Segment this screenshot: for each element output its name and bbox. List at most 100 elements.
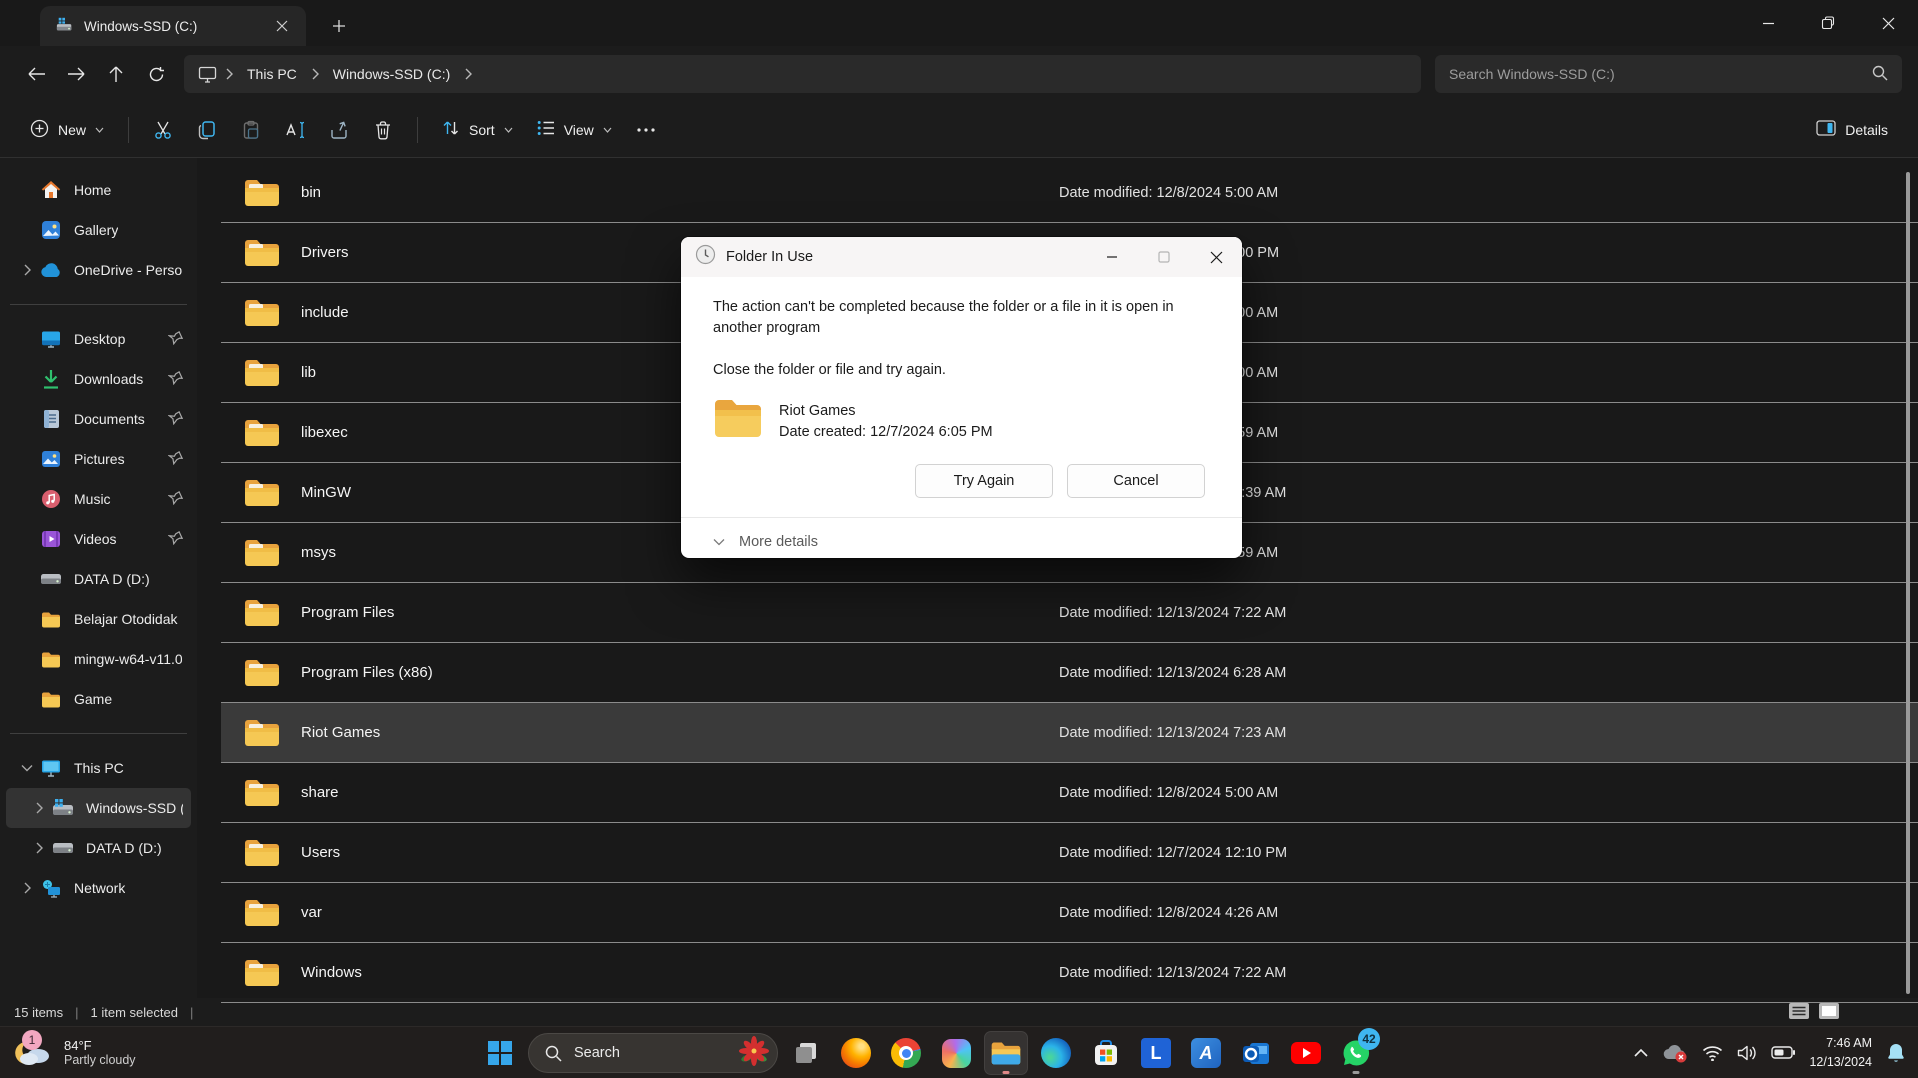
sidebar-expand-icon[interactable] — [14, 264, 40, 276]
sidebar-item[interactable]: OneDrive - Persona — [6, 250, 191, 290]
sidebar-item[interactable]: Game — [6, 679, 191, 719]
volume-icon[interactable] — [1737, 1045, 1757, 1061]
sidebar-item[interactable]: Downloads — [6, 359, 191, 399]
firefox-icon[interactable] — [834, 1031, 878, 1075]
tab-close-icon[interactable] — [268, 12, 296, 40]
share-button[interactable] — [317, 111, 361, 149]
whatsapp-icon[interactable]: 42 — [1334, 1031, 1378, 1075]
sidebar-item-label: Videos — [74, 531, 117, 547]
breadcrumb[interactable]: This PC Windows-SSD (C:) — [184, 55, 1421, 93]
window-minimize-button[interactable] — [1738, 0, 1798, 46]
sidebar-item[interactable]: Desktop — [6, 319, 191, 359]
sidebar-item-label: Home — [74, 182, 111, 198]
sidebar-item[interactable]: Pictures — [6, 439, 191, 479]
sidebar-expand-icon[interactable] — [14, 764, 40, 772]
rename-button[interactable] — [273, 111, 317, 149]
line-app-icon[interactable]: L — [1134, 1031, 1178, 1075]
sidebar-item[interactable]: This PC — [6, 748, 191, 788]
sidebar-item[interactable]: Videos — [6, 519, 191, 559]
details-view-toggle[interactable] — [1788, 1002, 1810, 1023]
dialog-close-button[interactable] — [1190, 237, 1242, 277]
pin-icon — [168, 370, 183, 388]
file-row[interactable]: Program Files Date modified: 12/13/2024 … — [221, 583, 1918, 643]
sidebar-item[interactable]: mingw-w64-v11.0.0 — [6, 639, 191, 679]
more-details-toggle[interactable]: More details — [681, 517, 1242, 550]
file-row[interactable]: bin Date modified: 12/8/2024 5:00 AM — [221, 163, 1918, 223]
sidebar-item[interactable]: DATA D (D:) — [6, 559, 191, 599]
details-pane-button[interactable]: Details — [1804, 113, 1900, 146]
microsoft-store-icon[interactable] — [1084, 1031, 1128, 1075]
sidebar-divider — [10, 304, 187, 305]
weather-text: 84°F Partly cloudy — [64, 1038, 136, 1067]
wifi-icon[interactable] — [1702, 1045, 1723, 1061]
copilot-icon[interactable] — [934, 1031, 978, 1075]
chrome-icon[interactable] — [884, 1031, 928, 1075]
taskbar-search[interactable]: Search — [528, 1033, 778, 1073]
youtube-icon[interactable] — [1284, 1031, 1328, 1075]
battery-icon[interactable] — [1771, 1046, 1795, 1059]
sidebar-item[interactable]: Documents — [6, 399, 191, 439]
file-row[interactable]: Riot Games Date modified: 12/13/2024 7:2… — [221, 703, 1918, 763]
forward-button[interactable] — [56, 55, 96, 93]
sort-button[interactable]: Sort — [430, 112, 525, 147]
chevron-down-icon — [713, 538, 725, 546]
dialog-folder-created: Date created: 12/7/2024 6:05 PM — [779, 422, 993, 443]
up-button[interactable] — [96, 55, 136, 93]
sidebar-item[interactable]: Network — [6, 868, 191, 908]
sidebar-divider — [10, 733, 187, 734]
sidebar-expand-icon[interactable] — [14, 882, 40, 894]
thumbnail-view-toggle[interactable] — [1818, 1002, 1840, 1023]
file-row[interactable]: Windows Date modified: 12/13/2024 7:22 A… — [221, 943, 1918, 1003]
view-button[interactable]: View — [525, 113, 624, 146]
cut-button[interactable] — [141, 111, 185, 149]
dialog-folder-name: Riot Games — [779, 401, 993, 422]
tray-chevron-up-icon[interactable] — [1634, 1048, 1648, 1057]
dialog-maximize-button[interactable] — [1138, 237, 1190, 277]
scrollbar[interactable] — [1906, 172, 1910, 994]
window-close-button[interactable] — [1858, 0, 1918, 46]
sidebar-item[interactable]: DATA D (D:) — [6, 828, 191, 868]
gallery-icon — [40, 219, 62, 241]
dialog-minimize-button[interactable] — [1086, 237, 1138, 277]
cancel-button[interactable]: Cancel — [1067, 464, 1205, 498]
search-input[interactable]: Search Windows-SSD (C:) — [1435, 55, 1902, 93]
refresh-button[interactable] — [136, 55, 176, 93]
file-row[interactable]: var Date modified: 12/8/2024 4:26 AM — [221, 883, 1918, 943]
weather-widget[interactable]: 1 84°F Partly cloudy — [0, 1034, 290, 1072]
delete-button[interactable] — [361, 111, 405, 149]
sidebar-expand-icon[interactable] — [26, 842, 52, 854]
file-row[interactable]: Program Files (x86) Date modified: 12/13… — [221, 643, 1918, 703]
file-name: Program Files — [301, 604, 394, 621]
back-button[interactable] — [16, 55, 56, 93]
sidebar-item[interactable]: Gallery — [6, 210, 191, 250]
copy-button[interactable] — [185, 111, 229, 149]
command-toolbar: New — [0, 102, 1918, 158]
start-button[interactable] — [478, 1031, 522, 1075]
sidebar-item[interactable]: Windows-SSD (C:) — [6, 788, 191, 828]
outlook-icon[interactable] — [1234, 1031, 1278, 1075]
sidebar-item[interactable]: Music — [6, 479, 191, 519]
file-row[interactable]: Users Date modified: 12/7/2024 12:10 PM — [221, 823, 1918, 883]
notification-bell-icon[interactable] — [1886, 1042, 1906, 1064]
onedrive-error-icon[interactable] — [1662, 1043, 1688, 1063]
app-a-icon[interactable]: A — [1184, 1031, 1228, 1075]
file-row[interactable]: share Date modified: 12/8/2024 5:00 AM — [221, 763, 1918, 823]
try-again-button[interactable]: Try Again — [915, 464, 1053, 498]
task-view-button[interactable] — [784, 1031, 828, 1075]
new-button[interactable]: New — [18, 112, 116, 148]
new-tab-button[interactable] — [322, 9, 356, 43]
breadcrumb-this-pc[interactable]: This PC — [239, 63, 305, 85]
sidebar-item[interactable]: Home — [6, 170, 191, 210]
sidebar-expand-icon[interactable] — [26, 802, 52, 814]
folder-icon — [243, 657, 281, 689]
edge-icon[interactable] — [1034, 1031, 1078, 1075]
taskbar-clock[interactable]: 7:46 AM 12/13/2024 — [1809, 1034, 1872, 1070]
more-options-button[interactable] — [624, 111, 668, 149]
sidebar-item[interactable]: Belajar Otodidak — [6, 599, 191, 639]
weather-alert-badge: 1 — [22, 1030, 42, 1050]
window-restore-button[interactable] — [1798, 0, 1858, 46]
breadcrumb-current-drive[interactable]: Windows-SSD (C:) — [325, 63, 458, 85]
file-explorer-icon[interactable] — [984, 1031, 1028, 1075]
paste-button[interactable] — [229, 111, 273, 149]
explorer-tab[interactable]: Windows-SSD (C:) — [40, 6, 306, 46]
